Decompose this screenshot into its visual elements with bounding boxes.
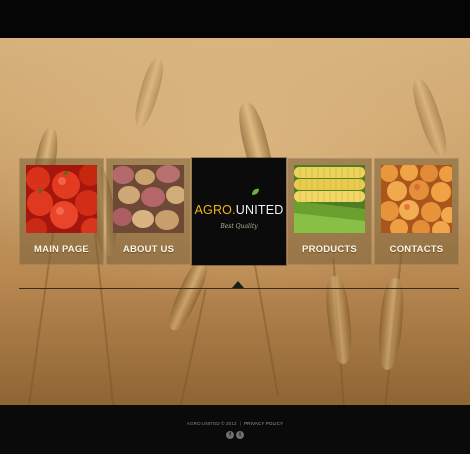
content-divider [19,288,459,289]
footer-text: AGRO.UNITED © 2012 | PRIVACY POLICY [0,421,470,426]
potatoes-image [113,165,184,233]
privacy-policy-link[interactable]: PRIVACY POLICY [244,421,283,426]
footer: AGRO.UNITED © 2012 | PRIVACY POLICY f t [0,405,470,454]
corn-image [294,165,365,233]
nav-item-contacts[interactable]: CONTACTS [374,158,459,265]
footer-separator: | [239,421,241,426]
twitter-icon[interactable]: t [236,431,244,439]
main-navigation: MAIN PAGE ABOUT US AGRO.UNITED Best Qual… [19,158,459,265]
brand-logo-block[interactable]: AGRO.UNITED Best Quality [192,158,286,265]
logo-text: AGRO.UNITED [192,203,286,217]
nav-item-about-us[interactable]: ABOUT US [106,158,191,265]
leaf-icon [252,188,259,195]
active-indicator-arrow [232,281,244,288]
nav-item-label: MAIN PAGE [34,244,89,255]
logo-main-text: UNITED [235,203,284,217]
copyright-text: AGRO.UNITED © 2012 [186,421,237,426]
nav-item-label: PRODUCTS [302,244,357,255]
facebook-icon[interactable]: f [226,431,234,439]
top-bar [0,0,470,38]
nav-item-products[interactable]: PRODUCTS [287,158,372,265]
logo-accent-text: AGRO. [194,203,236,217]
nav-item-label: ABOUT US [122,244,175,255]
tagline: Best Quality [220,223,258,230]
apricots-image [381,165,452,233]
social-links: f t [0,431,470,439]
tomatoes-image [26,165,97,233]
nav-item-main-page[interactable]: MAIN PAGE [19,158,104,265]
nav-item-label: CONTACTS [389,244,444,255]
